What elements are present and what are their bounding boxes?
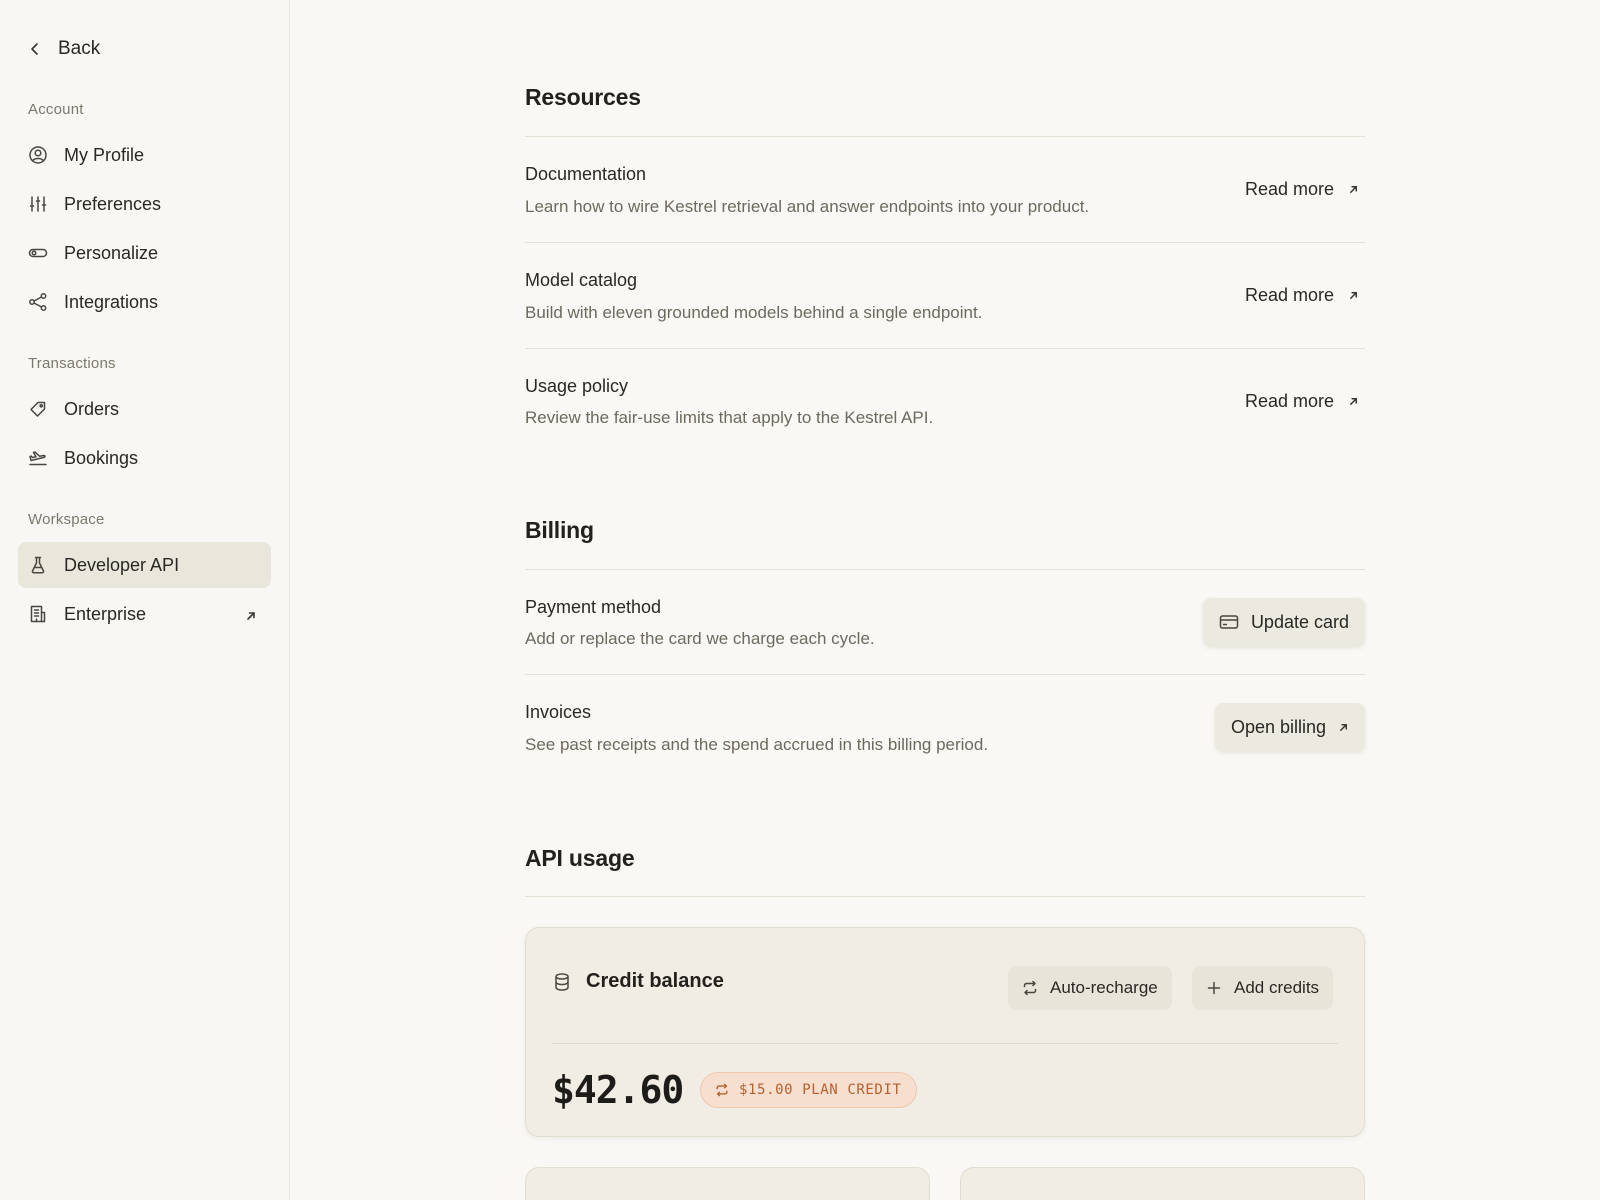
plan-credit-badge: $15.00 PLAN CREDIT — [700, 1072, 917, 1108]
sidebar-item-personalize[interactable]: Personalize — [18, 230, 271, 276]
settings-sidebar: Back Account My Profile Preferences Pers… — [0, 0, 290, 1200]
sidebar-item-preferences[interactable]: Preferences — [18, 181, 271, 227]
read-more-label: Read more — [1244, 391, 1334, 411]
sidebar-item-label: Personalize — [64, 242, 159, 263]
repeat-icon — [1023, 980, 1037, 996]
building-icon — [28, 604, 48, 624]
credit-balance-title: Credit balance — [586, 970, 724, 992]
add-credits-button[interactable]: Add credits — [1192, 966, 1334, 1010]
credit-card-icon — [1219, 615, 1239, 629]
database-icon — [555, 972, 569, 991]
read-more-link-usage-policy[interactable]: Read more — [1245, 391, 1365, 412]
external-link-icon — [1350, 398, 1357, 405]
update-card-label: Update card — [1250, 611, 1349, 632]
read-more-link-documentation[interactable]: Read more — [1245, 179, 1365, 200]
sidebar-item-label: Enterprise — [64, 603, 147, 624]
credit-balance-heading: Credit balance — [552, 970, 724, 993]
section-title-billing: Billing — [525, 517, 594, 543]
external-link-icon — [1340, 723, 1347, 731]
group-label-workspace: Workspace — [28, 511, 105, 528]
sidebar-item-label: Orders — [64, 398, 120, 419]
credit-balance-amount: $42.60 — [552, 1068, 684, 1112]
auto-recharge-button[interactable]: Auto-recharge — [1008, 966, 1172, 1010]
divider — [525, 242, 1365, 243]
read-more-link-model-catalog[interactable]: Read more — [1245, 285, 1365, 306]
divider — [525, 348, 1365, 349]
row-desc-payment-method: Add or replace the card we charge each c… — [525, 629, 875, 648]
divider — [525, 136, 1365, 137]
group-label-transactions: Transactions — [28, 355, 116, 372]
sidebar-item-developer-api[interactable]: Developer API — [18, 542, 271, 588]
usage-card — [960, 1167, 1365, 1200]
section-title-resources: Resources — [525, 84, 641, 110]
read-more-label: Read more — [1244, 179, 1334, 199]
read-more-label: Read more — [1244, 285, 1334, 305]
sidebar-item-label: Developer API — [64, 554, 180, 575]
row-desc-model-catalog: Build with eleven grounded models behind… — [525, 303, 983, 322]
row-title-documentation: Documentation — [525, 164, 647, 184]
group-label-account: Account — [28, 101, 84, 118]
usage-card — [525, 1167, 930, 1200]
sidebar-item-integrations[interactable]: Integrations — [18, 279, 271, 325]
open-billing-label: Open billing — [1230, 716, 1326, 737]
repeat-icon — [716, 1083, 728, 1097]
row-title-invoices: Invoices — [525, 702, 592, 722]
sidebar-item-label: My Profile — [64, 144, 145, 165]
update-card-button[interactable]: Update card — [1202, 598, 1365, 646]
row-title-payment-method: Payment method — [525, 597, 662, 617]
row-desc-documentation: Learn how to wire Kestrel retrieval and … — [525, 197, 1090, 216]
section-title-api-usage: API usage — [525, 845, 635, 871]
sliders-icon — [28, 194, 48, 214]
plan-credit-label: $15.00 PLAN CREDIT — [739, 1082, 902, 1098]
auto-recharge-label: Auto-recharge — [1050, 978, 1158, 997]
sidebar-item-enterprise[interactable]: Enterprise — [18, 591, 271, 637]
sidebar-item-orders[interactable]: Orders — [18, 386, 271, 432]
back-label: Back — [58, 38, 101, 59]
external-link-icon — [245, 606, 257, 620]
external-link-icon — [1350, 292, 1357, 299]
external-link-icon — [1350, 186, 1357, 193]
back-button[interactable]: Back — [28, 36, 100, 62]
user-circle-icon — [28, 145, 48, 165]
sidebar-item-label: Integrations — [64, 291, 159, 312]
divider — [525, 896, 1365, 897]
divider — [525, 569, 1365, 570]
tag-icon — [28, 399, 48, 419]
share-nodes-icon — [28, 292, 48, 312]
add-credits-label: Add credits — [1234, 978, 1320, 997]
flask-icon — [28, 555, 48, 575]
sidebar-item-bookings[interactable]: Bookings — [18, 435, 271, 481]
divider — [525, 674, 1365, 675]
row-desc-usage-policy: Review the fair-use limits that apply to… — [525, 408, 934, 427]
chevron-left-icon — [31, 43, 38, 55]
row-title-usage-policy: Usage policy — [525, 376, 629, 396]
plus-icon — [1207, 981, 1221, 995]
row-title-model-catalog: Model catalog — [525, 270, 638, 290]
toggle-icon — [28, 243, 48, 263]
credit-balance-card: Credit balance Auto-recharge Add credits… — [525, 927, 1365, 1137]
open-billing-button[interactable]: Open billing — [1214, 703, 1365, 751]
sidebar-item-label: Bookings — [64, 447, 139, 468]
divider — [552, 1043, 1338, 1044]
sidebar-item-my-profile[interactable]: My Profile — [18, 132, 271, 178]
sidebar-item-label: Preferences — [64, 193, 162, 214]
row-desc-invoices: See past receipts and the spend accrued … — [525, 735, 989, 754]
plane-icon — [28, 448, 48, 468]
